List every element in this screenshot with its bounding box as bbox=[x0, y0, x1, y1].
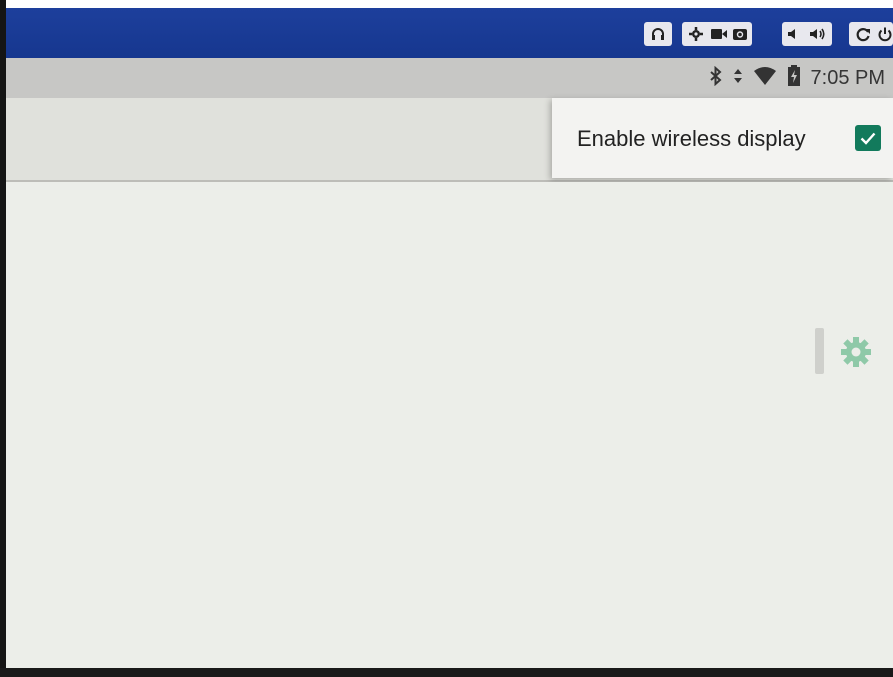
settings-camera-group bbox=[682, 22, 752, 46]
overflow-menu: Enable wireless display bbox=[552, 98, 893, 178]
headset-icon-glyph bbox=[652, 28, 664, 40]
headset-icon[interactable] bbox=[644, 22, 672, 46]
bluetooth-icon bbox=[709, 65, 723, 91]
bezel-top bbox=[0, 0, 893, 8]
volume-group bbox=[782, 22, 832, 46]
rotate-power-group bbox=[849, 22, 893, 46]
status-bar: 7:05 PM bbox=[6, 58, 893, 98]
gear-icon[interactable] bbox=[688, 26, 704, 46]
menu-item-label: Enable wireless display bbox=[577, 126, 806, 151]
scroll-handle[interactable] bbox=[815, 328, 824, 374]
wifi-icon bbox=[753, 66, 777, 91]
device-screen: 7:05 PM Enable wireless display bbox=[0, 0, 893, 677]
battery-icon bbox=[787, 64, 801, 92]
status-time: 7:05 PM bbox=[810, 66, 885, 89]
video-camera-icon[interactable] bbox=[710, 27, 728, 45]
menu-item-enable-wireless-display[interactable]: Enable wireless display bbox=[552, 98, 893, 178]
wireless-display-checkbox[interactable] bbox=[855, 125, 881, 151]
volume-down-icon[interactable] bbox=[787, 27, 801, 45]
camera-icon[interactable] bbox=[732, 26, 748, 46]
check-icon bbox=[860, 132, 876, 145]
content-area bbox=[6, 182, 893, 668]
volume-up-icon[interactable] bbox=[809, 27, 827, 45]
emulator-toolbar bbox=[6, 8, 893, 58]
power-icon[interactable] bbox=[877, 26, 893, 46]
gear-icon[interactable] bbox=[838, 334, 874, 370]
data-arrows-icon bbox=[733, 66, 743, 91]
bezel-bottom bbox=[0, 668, 893, 677]
status-icons: 7:05 PM bbox=[709, 64, 885, 92]
rotate-icon[interactable] bbox=[855, 26, 871, 46]
